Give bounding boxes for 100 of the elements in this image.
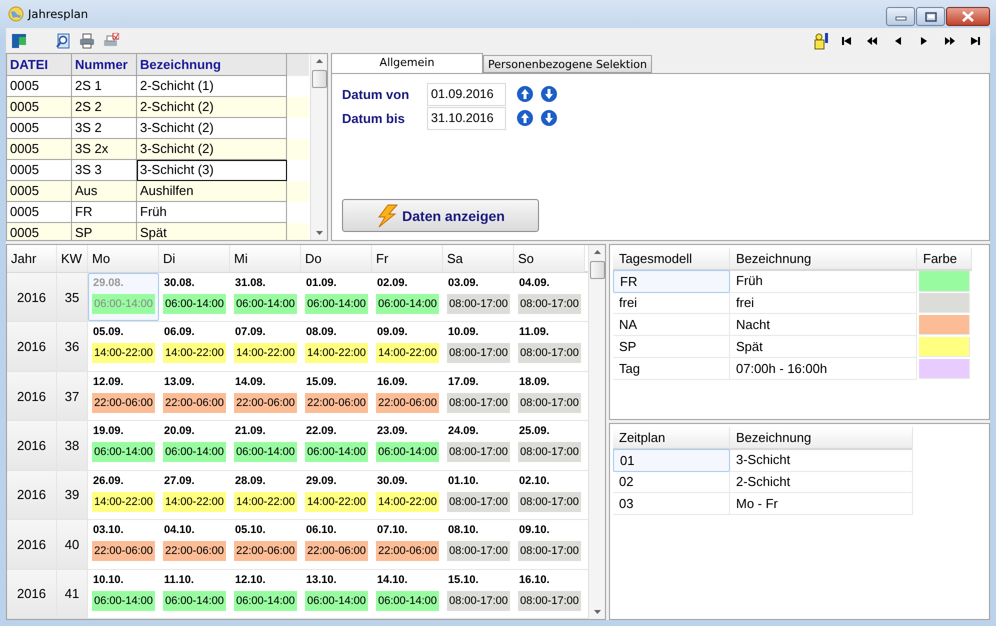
day-cell[interactable]: 03.10. 22:00-06:00 — [88, 520, 159, 569]
shift-entry[interactable]: 22:00-06:00 — [234, 392, 297, 413]
shift-entry[interactable]: 22:00-06:00 — [376, 541, 439, 562]
day-cell[interactable]: 06.10. 22:00-06:00 — [301, 520, 372, 569]
close-button[interactable] — [946, 7, 990, 26]
day-cell[interactable]: 23.09. 06:00-14:00 — [372, 421, 443, 470]
day-cell[interactable]: 16.10. 08:00-17:00 — [514, 570, 585, 618]
column-header[interactable]: Di — [159, 245, 230, 272]
day-cell[interactable]: 21.09. 06:00-14:00 — [230, 421, 301, 470]
day-cell[interactable]: 11.09. 08:00-17:00 — [514, 322, 585, 371]
day-cell[interactable]: 07.09. 14:00-22:00 — [230, 322, 301, 371]
day-cell[interactable]: 05.10. 22:00-06:00 — [230, 520, 301, 569]
day-cell[interactable]: 27.09. 14:00-22:00 — [159, 470, 230, 520]
shift-entry[interactable]: 06:00-14:00 — [234, 590, 297, 611]
scrollbar[interactable] — [588, 245, 605, 619]
day-cell[interactable]: 28.09. 14:00-22:00 — [230, 470, 301, 520]
day-cell[interactable]: 19.09. 06:00-14:00 — [88, 421, 159, 470]
column-header[interactable]: Bezeichnung — [730, 248, 917, 271]
day-cell[interactable]: 14.09. 22:00-06:00 — [230, 372, 301, 420]
shift-entry[interactable]: 08:00-17:00 — [447, 590, 510, 611]
info-button[interactable] — [812, 32, 830, 50]
day-cell[interactable]: 05.09. 14:00-22:00 — [88, 322, 159, 371]
shift-entry[interactable]: 14:00-22:00 — [234, 492, 297, 512]
day-cell[interactable]: 18.09. 08:00-17:00 — [514, 372, 585, 420]
shift-entry[interactable]: 08:00-17:00 — [518, 392, 581, 413]
table-cell[interactable]: 3-Schicht (2) — [137, 139, 287, 160]
day-cell[interactable]: 10.10. 06:00-14:00 — [88, 570, 159, 618]
shift-entry[interactable]: 06:00-14:00 — [163, 442, 226, 462]
minimize-button[interactable] — [886, 7, 915, 26]
date-field[interactable]: 01.09.2016 — [427, 82, 506, 106]
day-cell[interactable]: 13.10. 06:00-14:00 — [301, 570, 372, 618]
table-cell[interactable]: Tag — [613, 358, 730, 380]
day-cell[interactable]: 12.09. 22:00-06:00 — [88, 372, 159, 420]
shift-entry[interactable]: 14:00-22:00 — [305, 492, 368, 512]
column-header[interactable]: Mo — [88, 245, 159, 272]
day-cell[interactable]: 16.09. 22:00-06:00 — [372, 372, 443, 420]
show-data-button[interactable]: Daten anzeigen — [342, 199, 539, 232]
day-cell[interactable]: 25.09. 08:00-17:00 — [514, 421, 585, 470]
shift-entry[interactable]: 22:00-06:00 — [305, 392, 368, 413]
column-header[interactable]: KW — [57, 245, 88, 272]
shift-entry[interactable]: 08:00-17:00 — [447, 392, 510, 413]
shift-entry[interactable]: 14:00-22:00 — [92, 343, 155, 364]
shift-entry[interactable]: 22:00-06:00 — [376, 392, 439, 413]
shift-entry[interactable]: 08:00-17:00 — [518, 590, 581, 611]
day-cell[interactable]: 02.09. 06:00-14:00 — [372, 273, 443, 322]
shift-entry[interactable]: 08:00-17:00 — [518, 343, 581, 364]
scrollbar-thumb[interactable] — [312, 70, 326, 88]
column-header[interactable]: Do — [301, 245, 372, 272]
day-cell[interactable]: 02.10. 08:00-17:00 — [514, 470, 585, 520]
day-cell[interactable]: 29.09. 14:00-22:00 — [301, 470, 372, 520]
day-cell[interactable]: 26.09. 14:00-22:00 — [88, 470, 159, 520]
shift-entry[interactable]: 06:00-14:00 — [234, 294, 297, 314]
day-cell[interactable]: 30.08. 06:00-14:00 — [159, 273, 230, 322]
shift-entry[interactable]: 22:00-06:00 — [305, 541, 368, 562]
table-cell[interactable]: 02 — [613, 471, 730, 493]
table-cell[interactable]: NA — [613, 314, 730, 336]
column-header[interactable]: Zeitplan — [613, 427, 730, 450]
shift-entry[interactable]: 06:00-14:00 — [376, 590, 439, 611]
decrease-button[interactable] — [540, 85, 558, 103]
day-cell[interactable]: 31.08. 06:00-14:00 — [230, 273, 301, 322]
day-cell[interactable]: 07.10. 22:00-06:00 — [372, 520, 443, 569]
day-cell[interactable]: 09.09. 14:00-22:00 — [372, 322, 443, 371]
shift-entry[interactable]: 22:00-06:00 — [234, 541, 297, 562]
shift-entry[interactable]: 08:00-17:00 — [447, 541, 510, 562]
date-field[interactable]: 31.10.2016 — [427, 106, 506, 130]
column-header[interactable]: Bezeichnung — [730, 427, 913, 450]
shift-entry[interactable]: 22:00-06:00 — [92, 541, 155, 562]
day-cell[interactable]: 08.09. 14:00-22:00 — [301, 322, 372, 371]
column-header[interactable]: Bezeichnung — [137, 54, 287, 76]
table-cell[interactable]: 3-Schicht (3) — [137, 160, 287, 181]
column-header[interactable]: So — [514, 245, 585, 272]
shift-entry[interactable]: 14:00-22:00 — [92, 492, 155, 512]
day-cell[interactable]: 12.10. 06:00-14:00 — [230, 570, 301, 618]
column-header[interactable]: DATEI — [7, 54, 72, 76]
table-cell[interactable]: 2-Schicht (2) — [137, 97, 287, 118]
day-cell[interactable]: 14.10. 06:00-14:00 — [372, 570, 443, 618]
maximize-button[interactable] — [916, 7, 945, 26]
day-cell[interactable]: 09.10. 08:00-17:00 — [514, 520, 585, 569]
day-cell[interactable]: 11.10. 06:00-14:00 — [159, 570, 230, 618]
shift-entry[interactable]: 14:00-22:00 — [163, 492, 226, 512]
shift-entry[interactable]: 14:00-22:00 — [376, 492, 439, 512]
column-header[interactable]: Tagesmodell — [613, 248, 730, 271]
print-button[interactable] — [78, 32, 96, 50]
shift-entry[interactable]: 14:00-22:00 — [376, 343, 439, 364]
shift-entry[interactable]: 06:00-14:00 — [163, 294, 226, 314]
shift-entry[interactable]: 06:00-14:00 — [92, 590, 155, 611]
column-header[interactable]: Sa — [443, 245, 514, 272]
shift-entry[interactable]: 06:00-14:00 — [305, 442, 368, 462]
shift-entry[interactable]: 06:00-14:00 — [376, 442, 439, 462]
increase-button[interactable] — [516, 109, 534, 127]
column-header[interactable]: Fr — [372, 245, 443, 272]
shift-entry[interactable]: 08:00-17:00 — [518, 294, 581, 314]
shift-entry[interactable]: 14:00-22:00 — [234, 343, 297, 364]
shift-entry[interactable]: 06:00-14:00 — [305, 590, 368, 611]
shift-entry[interactable]: 06:00-14:00 — [163, 590, 226, 611]
day-cell[interactable]: 22.09. 06:00-14:00 — [301, 421, 372, 470]
column-header[interactable]: Mi — [230, 245, 301, 272]
shift-entry[interactable]: 08:00-17:00 — [447, 343, 510, 364]
scrollbar[interactable] — [310, 54, 327, 240]
table-cell[interactable]: 03 — [613, 493, 730, 515]
